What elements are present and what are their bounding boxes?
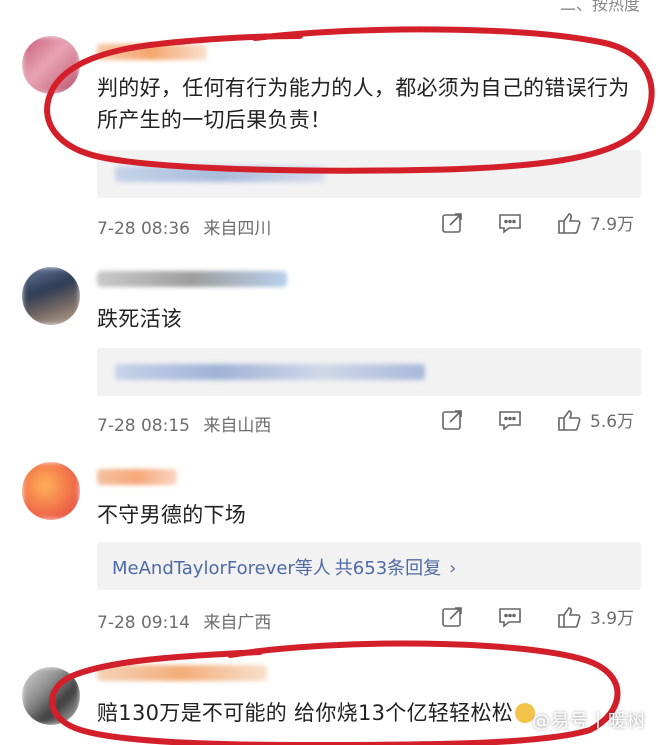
comment-button[interactable]	[497, 605, 523, 629]
like-icon	[558, 606, 581, 628]
comment-item-1: 判的好，任何有行为能力的人，都必须为自己的错误行为所产生的一切后果负责！ 7-2…	[0, 0, 660, 245]
reply-count: 共653条回复	[334, 558, 442, 579]
comment-text: 跌死活该	[97, 307, 183, 331]
timestamp: 7-28 08:36	[97, 219, 190, 239]
comment-button[interactable]	[497, 408, 523, 432]
comment-icon	[499, 213, 521, 234]
avatar[interactable]	[22, 667, 80, 725]
comment-meta: 7-28 08:36 来自四川	[97, 214, 271, 239]
chevron-right-icon: ›	[449, 558, 457, 579]
like-button[interactable]: 3.9万	[556, 604, 634, 629]
like-count: 7.9万	[590, 215, 635, 235]
like-icon	[558, 409, 581, 431]
like-button[interactable]: 5.6万	[556, 407, 634, 432]
like-count: 5.6万	[590, 412, 635, 432]
comment-text-content: 赔130万是不可能的 给你烧13个亿轻轻松松	[97, 701, 514, 725]
share-button[interactable]	[440, 605, 464, 629]
reply-preview-box[interactable]: MeAndTaylorForever等人 共653条回复 ›	[97, 542, 641, 590]
avatar[interactable]	[22, 267, 80, 325]
like-count: 3.9万	[590, 609, 635, 629]
comment-button[interactable]	[497, 211, 523, 235]
avatar[interactable]	[22, 462, 80, 520]
username-blurred[interactable]	[97, 665, 267, 681]
like-icon	[558, 212, 581, 234]
action-bar: 7.9万	[440, 210, 642, 235]
timestamp: 7-28 08:15	[97, 416, 190, 436]
reply-users: MeAndTaylorForever等人	[112, 558, 331, 579]
like-button[interactable]: 7.9万	[556, 210, 634, 235]
action-bar: 5.6万	[440, 407, 642, 432]
avatar[interactable]	[22, 36, 80, 94]
reply-preview-box[interactable]	[97, 348, 641, 396]
location: 来自山西	[203, 416, 272, 436]
comment-item-3: 不守男德的下场 MeAndTaylorForever等人 共653条回复 › 7-2…	[0, 445, 660, 645]
comment-meta: 7-28 09:14 来自广西	[97, 608, 271, 633]
location: 来自广西	[203, 613, 272, 633]
comment-meta: 7-28 08:15 来自山西	[97, 411, 271, 436]
timestamp: 7-28 09:14	[97, 613, 190, 633]
action-bar: 3.9万	[440, 604, 642, 629]
reply-preview-box[interactable]	[97, 150, 641, 198]
comment-icon	[499, 607, 521, 628]
reply-preview-link[interactable]: MeAndTaylorForever等人 共653条回复 ›	[112, 554, 456, 580]
share-button[interactable]	[440, 211, 464, 235]
comment-text: 不守男德的下场	[97, 503, 247, 527]
username-blurred[interactable]	[97, 44, 207, 60]
comment-text: 判的好，任何有行为能力的人，都必须为自己的错误行为所产生的一切后果负责！	[97, 76, 630, 132]
username-blurred[interactable]	[97, 271, 287, 287]
share-icon	[442, 606, 462, 627]
location: 来自四川	[203, 219, 272, 239]
share-icon	[442, 409, 462, 430]
comment-icon	[499, 410, 521, 431]
watermark: @易号丨暖树	[532, 711, 646, 732]
share-button[interactable]	[440, 408, 464, 432]
comment-item-2: 跌死活该 7-28 08:15 来自山西 5.6万	[0, 245, 660, 445]
share-icon	[442, 212, 462, 233]
username-blurred[interactable]	[97, 469, 177, 485]
